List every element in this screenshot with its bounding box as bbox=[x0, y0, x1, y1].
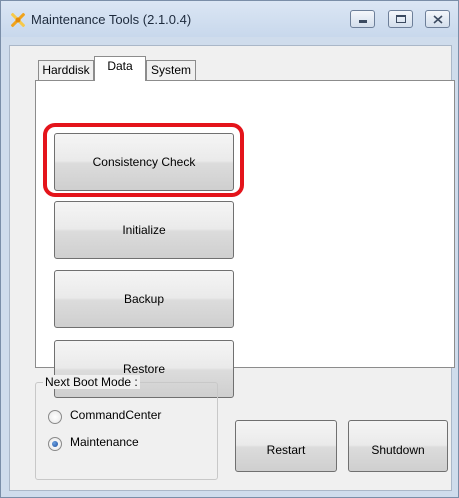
shutdown-button[interactable]: Shutdown bbox=[348, 420, 448, 472]
data-tab-panel: Consistency Check Initialize Backup Rest… bbox=[35, 80, 455, 398]
maintenance-label[interactable]: Maintenance bbox=[70, 435, 139, 449]
initialize-button[interactable]: Initialize bbox=[54, 201, 234, 259]
commandcenter-radio[interactable] bbox=[48, 410, 62, 424]
maximize-icon bbox=[396, 15, 406, 23]
close-button[interactable] bbox=[425, 10, 450, 28]
tab-system[interactable]: System bbox=[146, 60, 196, 80]
highlight-annotation bbox=[43, 123, 244, 197]
maintenance-radio[interactable] bbox=[48, 437, 62, 451]
title-bar[interactable]: Maintenance Tools (2.1.0.4) bbox=[1, 1, 458, 37]
minimize-icon bbox=[359, 20, 367, 23]
window-title: Maintenance Tools (2.1.0.4) bbox=[31, 12, 192, 27]
tab-data[interactable]: Data bbox=[94, 56, 146, 81]
next-boot-mode-title: Next Boot Mode : bbox=[43, 375, 140, 389]
maintenance-tools-window: Maintenance Tools (2.1.0.4) Harddisk Dat… bbox=[0, 0, 459, 498]
client-area: Harddisk Data System Consistency Check I… bbox=[9, 45, 455, 491]
minimize-button[interactable] bbox=[350, 10, 375, 28]
tab-harddisk[interactable]: Harddisk bbox=[38, 60, 94, 80]
commandcenter-label[interactable]: CommandCenter bbox=[70, 408, 161, 422]
backup-button[interactable]: Backup bbox=[54, 270, 234, 328]
close-icon bbox=[433, 15, 443, 24]
maximize-button[interactable] bbox=[388, 10, 413, 28]
next-boot-mode-group: Next Boot Mode : CommandCenter Maintenan… bbox=[35, 375, 218, 480]
restart-button[interactable]: Restart bbox=[235, 420, 337, 472]
tools-app-icon bbox=[10, 12, 26, 28]
